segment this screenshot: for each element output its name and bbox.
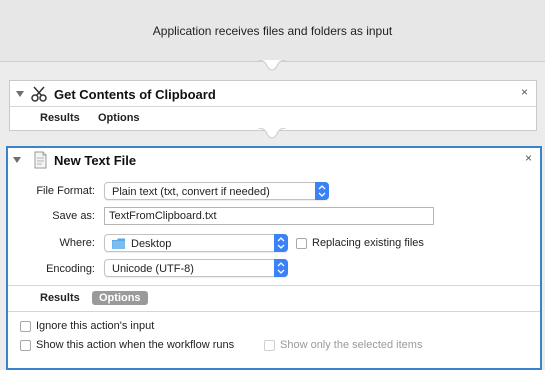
- tab-options[interactable]: Options: [92, 291, 148, 305]
- connector-notch: [258, 128, 286, 139]
- show-selected-only-label: Show only the selected items: [280, 339, 423, 351]
- scissors-icon: [31, 86, 47, 102]
- popup-stepper-icon: [274, 234, 288, 252]
- action-title: Get Contents of Clipboard: [54, 87, 216, 102]
- ignore-input-label: Ignore this action's input: [36, 320, 155, 332]
- encoding-popup[interactable]: Unicode (UTF-8): [104, 259, 288, 277]
- workflow-input-bar: Application receives files and folders a…: [0, 0, 545, 62]
- show-when-runs-label: Show this action when the workflow runs: [36, 339, 235, 351]
- popup-stepper-icon: [274, 259, 288, 277]
- replacing-existing-label: Replacing existing files: [312, 237, 424, 249]
- save-as-field[interactable]: TextFromClipboard.txt: [104, 207, 434, 225]
- encoding-label: Encoding:: [46, 263, 95, 275]
- replacing-existing-checkbox[interactable]: [296, 238, 307, 249]
- tab-results[interactable]: Results: [40, 292, 80, 304]
- action-card-get-clipboard[interactable]: Get Contents of Clipboard × Results Opti…: [9, 80, 537, 131]
- show-selected-only-checkbox[interactable]: [264, 340, 275, 351]
- where-value: Desktop: [131, 238, 172, 250]
- action-card-new-text-file[interactable]: New Text File × File Format: Plain text …: [6, 146, 542, 370]
- workflow-input-description: Application receives files and folders a…: [152, 24, 393, 38]
- tab-results[interactable]: Results: [40, 112, 80, 124]
- close-icon[interactable]: ×: [525, 151, 532, 165]
- file-format-value: Plain text (txt, convert if needed): [112, 186, 270, 198]
- ignore-input-checkbox[interactable]: [20, 321, 31, 332]
- tab-options[interactable]: Options: [98, 112, 140, 124]
- text-file-icon: [34, 151, 47, 169]
- encoding-value: Unicode (UTF-8): [112, 263, 194, 275]
- file-format-label: File Format:: [36, 185, 95, 197]
- popup-stepper-icon: [315, 182, 329, 200]
- folder-icon: [112, 238, 125, 249]
- close-icon[interactable]: ×: [521, 85, 528, 99]
- collapse-triangle-icon[interactable]: [13, 157, 21, 163]
- action-title: New Text File: [54, 153, 137, 168]
- divider: [10, 106, 536, 107]
- collapse-triangle-icon[interactable]: [16, 91, 24, 97]
- show-when-runs-checkbox[interactable]: [20, 340, 31, 351]
- where-label: Where:: [59, 237, 95, 249]
- divider: [8, 311, 540, 312]
- save-as-label: Save as:: [52, 210, 95, 222]
- where-popup[interactable]: Desktop: [104, 234, 288, 252]
- file-format-popup[interactable]: Plain text (txt, convert if needed): [104, 182, 329, 200]
- divider: [8, 285, 540, 286]
- connector-notch: [258, 60, 286, 71]
